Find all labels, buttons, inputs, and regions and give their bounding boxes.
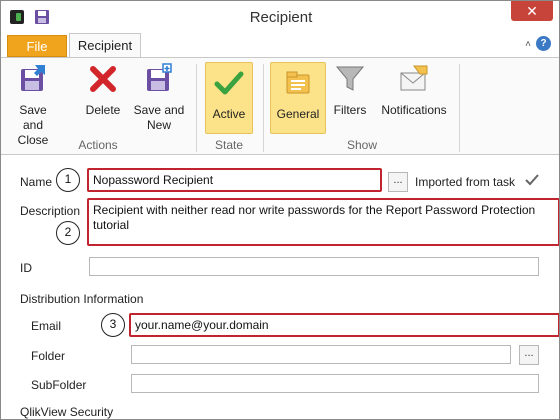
id-label: ID bbox=[20, 261, 32, 275]
subfolder-field[interactable] bbox=[131, 374, 539, 393]
ribbon-tab-bar: File Recipient ˄ ? bbox=[1, 33, 559, 58]
delete-button[interactable]: Delete bbox=[81, 63, 125, 118]
folder-browse-button[interactable]: ... bbox=[519, 345, 539, 365]
step-marker-2: 2 bbox=[56, 221, 80, 245]
description-field[interactable]: Recipient with neither read nor write pa… bbox=[87, 198, 559, 246]
email-label: Email bbox=[31, 319, 62, 333]
active-toggle-button[interactable]: Active bbox=[205, 62, 253, 134]
save-new-icon bbox=[147, 63, 172, 91]
envelope-icon bbox=[400, 65, 428, 91]
delete-icon bbox=[90, 66, 116, 92]
save-new-button[interactable]: Save and New bbox=[133, 63, 185, 133]
folder-field[interactable] bbox=[131, 345, 511, 364]
filters-button[interactable]: Filters bbox=[331, 63, 369, 118]
notifications-label: Notifications bbox=[381, 103, 447, 117]
help-icon[interactable]: ? bbox=[536, 36, 551, 51]
funnel-icon bbox=[335, 66, 365, 91]
id-field[interactable] bbox=[89, 257, 539, 276]
general-properties-icon bbox=[286, 71, 310, 94]
step-marker-1: 1 bbox=[56, 168, 80, 192]
general-button[interactable]: General bbox=[270, 62, 326, 134]
ribbon: Save and Close Delete Save and New Actio… bbox=[1, 57, 559, 155]
save-close-icon bbox=[21, 65, 45, 91]
email-field[interactable]: your.name@your.domain bbox=[129, 313, 559, 337]
title-bar: Recipient ✕ bbox=[1, 1, 559, 33]
general-label: General bbox=[276, 107, 320, 121]
filters-label: Filters bbox=[333, 103, 367, 117]
security-section-title: QlikView Security bbox=[20, 405, 114, 419]
group-label-actions: Actions bbox=[78, 138, 118, 152]
group-separator bbox=[459, 64, 460, 152]
window-title: Recipient bbox=[249, 9, 313, 26]
description-label: Description bbox=[20, 204, 81, 218]
collapse-ribbon-icon[interactable]: ˄ bbox=[525, 39, 531, 50]
subfolder-label: SubFolder bbox=[31, 378, 87, 392]
tab-file[interactable]: File bbox=[7, 35, 67, 57]
group-label-state: State bbox=[214, 138, 244, 152]
folder-label: Folder bbox=[31, 349, 66, 363]
save-close-button[interactable]: Save and Close bbox=[9, 63, 57, 148]
tab-recipient[interactable]: Recipient bbox=[69, 33, 141, 58]
group-separator bbox=[263, 64, 264, 152]
active-label: Active bbox=[212, 107, 246, 121]
imported-from-task-label: Imported from task bbox=[415, 175, 516, 189]
notifications-button[interactable]: Notifications bbox=[377, 63, 451, 118]
save-new-label: Save and New bbox=[133, 103, 185, 132]
recipient-window: Recipient ✕ File Recipient ˄ ? Save and … bbox=[0, 0, 560, 420]
checkmark-icon bbox=[214, 71, 244, 95]
name-field[interactable]: Nopassword Recipient bbox=[87, 168, 382, 192]
close-button[interactable]: ✕ bbox=[511, 1, 553, 21]
delete-label: Delete bbox=[85, 103, 121, 117]
imported-check-icon bbox=[525, 174, 539, 186]
step-marker-3: 3 bbox=[101, 313, 125, 337]
recipient-form: Name 1 Nopassword Recipient ... Imported… bbox=[1, 156, 559, 419]
name-label: Name bbox=[20, 175, 53, 189]
group-separator bbox=[196, 64, 197, 152]
group-label-show: Show bbox=[346, 138, 378, 152]
distribution-section-title: Distribution Information bbox=[20, 292, 144, 306]
name-browse-button[interactable]: ... bbox=[388, 172, 408, 192]
